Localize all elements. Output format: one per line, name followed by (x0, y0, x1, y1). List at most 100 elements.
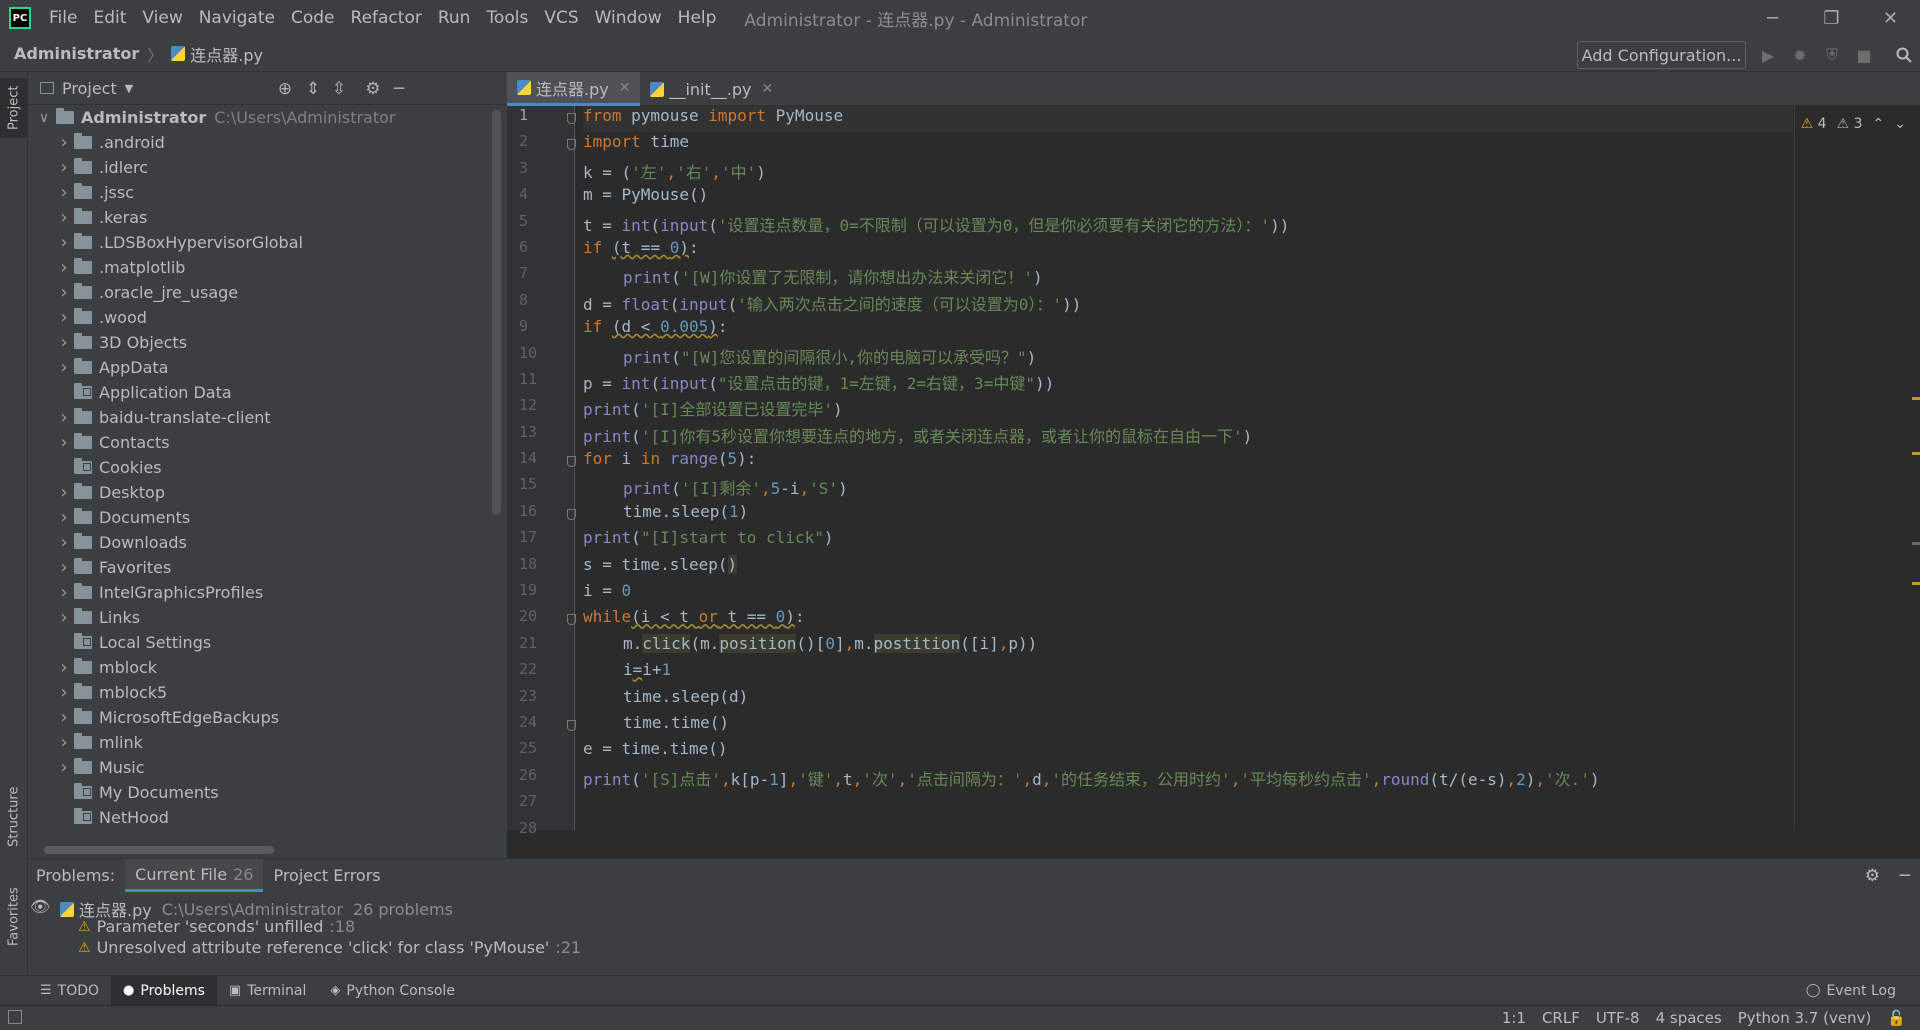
breadcrumb-file[interactable]: 连点器.py (190, 42, 263, 66)
weak-warning-stripe[interactable] (1912, 542, 1920, 545)
breadcrumb-root[interactable]: Administrator (14, 44, 139, 63)
chevron-right-icon[interactable]: › (54, 532, 74, 553)
menu-run[interactable]: Run (430, 0, 479, 36)
chevron-right-icon[interactable]: › (54, 332, 74, 353)
editor-tab[interactable]: 连点器.py ✕ (507, 72, 641, 106)
weak-warning-count[interactable]: ⚠ 3 (1837, 116, 1863, 132)
code-line[interactable]: print('[S]点击',k[p-1],'键',t,'次','点击间隔为：',… (583, 766, 1793, 792)
chevron-right-icon[interactable]: › (54, 482, 74, 503)
tree-item[interactable]: › mblock5 (28, 680, 491, 705)
coverage-icon[interactable]: ⛨ (1822, 45, 1842, 65)
layout-toggle-icon[interactable] (8, 1010, 22, 1024)
chevron-right-icon[interactable]: › (54, 657, 74, 678)
tree-item[interactable]: › .android (28, 130, 491, 155)
project-horizontal-scrollbar[interactable] (44, 846, 274, 854)
file-encoding[interactable]: UTF-8 (1588, 1009, 1648, 1027)
restore-icon[interactable]: ❐ (1802, 0, 1861, 36)
code-area[interactable]: from pymouse import PyMouse import time k … (583, 106, 1793, 830)
tree-item[interactable]: Cookies (28, 455, 491, 480)
code-line[interactable]: m = PyMouse() (583, 185, 1793, 211)
favorites-tool-tab[interactable]: Favorites (0, 872, 28, 962)
eye-icon[interactable]: 👁 (30, 897, 50, 916)
code-line[interactable]: import time (583, 132, 1793, 158)
chevron-right-icon[interactable]: › (54, 257, 74, 278)
tree-item[interactable]: › Documents (28, 505, 491, 530)
menu-refactor[interactable]: Refactor (343, 0, 430, 36)
code-line[interactable] (583, 792, 1793, 818)
chevron-down-icon[interactable]: ⌄ (1894, 116, 1906, 132)
warning-stripe[interactable] (1912, 397, 1920, 400)
tree-item[interactable]: › .idlerc (28, 155, 491, 180)
tree-item[interactable]: › mlink (28, 730, 491, 755)
chevron-right-icon[interactable]: › (54, 607, 74, 628)
tree-item[interactable]: › Favorites (28, 555, 491, 580)
chevron-right-icon[interactable]: › (54, 182, 74, 203)
chevron-right-icon[interactable]: › (54, 432, 74, 453)
tree-item[interactable]: Local Settings (28, 630, 491, 655)
code-line[interactable]: time.sleep(d) (583, 687, 1793, 713)
tree-item[interactable]: › Contacts (28, 430, 491, 455)
chevron-right-icon[interactable]: › (54, 207, 74, 228)
editor-tab[interactable]: __init__.py ✕ (640, 72, 783, 106)
tree-item[interactable]: NetHood (28, 805, 491, 830)
chevron-right-icon[interactable]: › (54, 832, 74, 833)
inspection-widget[interactable]: ⚠ 4 ⚠ 3 ⌃ ⌄ (1801, 116, 1906, 132)
collapse-all-icon[interactable]: ⇳ (328, 72, 350, 105)
problems-tab[interactable]: Current File 26 (125, 859, 264, 892)
bottom-tab-terminal[interactable]: ▣ Terminal (217, 976, 318, 1006)
hide-panel-icon[interactable]: ─ (1900, 866, 1910, 886)
structure-tool-tab[interactable]: Structure (0, 772, 28, 862)
tree-item[interactable]: › AppData (28, 355, 491, 380)
code-line[interactable]: k = ('左','右','中') (583, 159, 1793, 185)
chevron-right-icon[interactable]: › (54, 282, 74, 303)
chevron-right-icon[interactable]: › (54, 732, 74, 753)
chevron-right-icon[interactable]: › (54, 132, 74, 153)
problem-row[interactable]: ⚠ Unresolved attribute reference 'click' … (78, 938, 581, 957)
code-line[interactable]: time.time() (583, 713, 1793, 739)
line-separator[interactable]: CRLF (1534, 1009, 1588, 1027)
run-icon[interactable]: ▶ (1758, 45, 1778, 65)
tree-item[interactable]: › MicrosoftEdgeBackups (28, 705, 491, 730)
tree-item[interactable]: › Links (28, 605, 491, 630)
menu-code[interactable]: Code (283, 0, 343, 36)
close-icon[interactable]: ✕ (619, 80, 631, 96)
tree-root[interactable]: ∨ Administrator C:\Users\Administrator (28, 105, 491, 130)
chevron-right-icon[interactable]: › (54, 707, 74, 728)
warning-stripe[interactable] (1912, 582, 1920, 585)
code-line[interactable]: m.click(m.position()[0],m.postition([i],… (583, 633, 1793, 660)
code-line[interactable]: p = int(input("设置点击的键，1=左键，2=右键，3=中键")) (583, 370, 1793, 396)
chevron-right-icon[interactable]: › (54, 757, 74, 778)
close-icon[interactable]: ✕ (761, 81, 773, 97)
code-line[interactable]: for i in range(5): (583, 449, 1793, 475)
chevron-right-icon[interactable]: › (54, 357, 74, 378)
tree-item[interactable]: › .jssc (28, 180, 491, 205)
tree-item[interactable]: › Desktop (28, 480, 491, 505)
project-view-selector[interactable]: Project ▼ (40, 79, 133, 98)
warning-stripe[interactable] (1912, 452, 1920, 455)
lock-icon[interactable]: 🔓 (1879, 1009, 1914, 1027)
hide-panel-icon[interactable]: ─ (388, 72, 410, 105)
event-log-button[interactable]: ◯ Event Log (1794, 976, 1908, 1006)
python-interpreter[interactable]: Python 3.7 (venv) (1730, 1009, 1880, 1027)
bottom-tab-todo[interactable]: ☰ TODO (28, 976, 111, 1006)
minimize-icon[interactable]: ─ (1743, 0, 1802, 36)
menu-help[interactable]: Help (670, 0, 725, 36)
tree-item[interactable]: › .wood (28, 305, 491, 330)
menu-edit[interactable]: Edit (85, 0, 134, 36)
code-line[interactable]: d = float(input('输入两次点击之间的速度（可以设置为0）：')) (583, 291, 1793, 317)
project-vertical-scrollbar[interactable] (492, 110, 501, 515)
tree-item[interactable]: › .LDSBoxHypervisorGlobal (28, 230, 491, 255)
code-line[interactable]: print('[I]你有5秒设置你想要连点的地方，或者关闭连点器，或者让你的鼠标… (583, 423, 1793, 449)
tree-item[interactable]: › mblock (28, 655, 491, 680)
menu-tools[interactable]: Tools (478, 0, 536, 36)
code-line[interactable]: i=i+1 (583, 660, 1793, 686)
fold-marker-icon[interactable] (567, 614, 576, 626)
tree-item[interactable]: › Music (28, 755, 491, 780)
tree-item[interactable]: Application Data (28, 380, 491, 405)
gear-icon[interactable]: ⚙ (1865, 866, 1880, 886)
menu-navigate[interactable]: Navigate (191, 0, 283, 36)
code-line[interactable]: e = time.time() (583, 739, 1793, 765)
project-tool-tab[interactable]: Project (0, 78, 28, 138)
indent-setting[interactable]: 4 spaces (1648, 1009, 1730, 1027)
code-line[interactable]: t = int(input('设置连点数量，0=不限制（可以设置为0，但是你必须… (583, 212, 1793, 238)
